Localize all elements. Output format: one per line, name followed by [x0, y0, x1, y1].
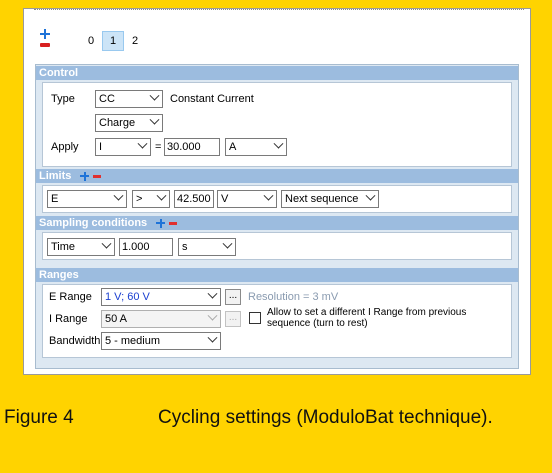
add-sampling-icon[interactable] [156, 218, 166, 228]
sequence-tab-1[interactable]: 1 [102, 31, 124, 51]
settings-panel: Control Type CC Constant Current Charge … [35, 64, 519, 369]
bandwidth-value: 5 - medium [105, 335, 161, 347]
sampling-variable-value: Time [51, 241, 76, 253]
settings-window: 0 1 2 Control Type CC Constant Current C… [23, 8, 531, 375]
limit-action-select[interactable]: Next sequence [281, 190, 379, 208]
chevron-down-icon [273, 138, 284, 149]
limit-value-input[interactable]: 42.500 [174, 190, 214, 208]
remove-sampling-icon[interactable] [169, 221, 178, 225]
type-description: Constant Current [170, 93, 254, 105]
sequence-bar: 0 1 2 [30, 21, 520, 51]
remove-limit-icon[interactable] [93, 174, 102, 178]
limit-variable-value: E [51, 193, 59, 205]
chevron-down-icon [365, 190, 376, 201]
sequence-tab-2[interactable]: 2 [124, 31, 146, 51]
control-header-label: Control [39, 67, 79, 79]
chevron-down-icon [263, 190, 274, 201]
sampling-header: Sampling conditions [36, 216, 518, 230]
sequence-tab-0[interactable]: 0 [80, 31, 102, 51]
apply-variable-select[interactable]: I [95, 138, 151, 156]
e-range-value: 1 V; 60 V [105, 291, 150, 303]
control-section: Type CC Constant Current Charge Apply I … [42, 82, 512, 167]
remove-sequence-icon[interactable] [40, 43, 50, 47]
limits-section: E > 42.500 V Next sequence [42, 185, 512, 213]
figure-number: Figure 4 [4, 407, 74, 428]
apply-unit-select[interactable]: A [225, 138, 287, 156]
sequence-add-remove [40, 29, 50, 47]
sampling-value-input[interactable]: 1.000 [119, 238, 173, 256]
limit-operator-select[interactable]: > [132, 190, 170, 208]
figure-caption-text: Cycling settings (ModuloBat technique). [158, 407, 493, 428]
limits-header-label: Limits [39, 170, 72, 182]
apply-unit-value: A [229, 141, 237, 153]
limit-operator-value: > [136, 193, 143, 205]
chevron-down-icon [137, 138, 148, 149]
chevron-down-icon [149, 90, 160, 101]
e-range-select[interactable]: 1 V; 60 V [101, 288, 221, 306]
i-range-label: I Range [49, 313, 88, 325]
chevron-down-icon [207, 288, 218, 299]
sampling-header-label: Sampling conditions [39, 217, 148, 229]
mode-select-value: Charge [99, 117, 136, 129]
i-range-more-button[interactable]: ... [225, 311, 241, 327]
type-select-value: CC [99, 93, 115, 105]
type-label: Type [51, 93, 75, 105]
e-range-label: E Range [49, 291, 92, 303]
chevron-down-icon [207, 310, 218, 321]
add-limit-icon[interactable] [80, 171, 90, 181]
limit-unit-value: V [221, 193, 229, 205]
chevron-down-icon [222, 238, 233, 249]
sampling-unit-value: s [182, 241, 188, 253]
control-header: Control [36, 66, 518, 80]
apply-label: Apply [51, 141, 79, 153]
apply-equals: = [155, 141, 162, 153]
top-divider [34, 9, 524, 11]
limit-variable-select[interactable]: E [47, 190, 127, 208]
apply-value-input[interactable]: 30.000 [164, 138, 220, 156]
mode-select[interactable]: Charge [95, 114, 163, 132]
i-range-select[interactable]: 50 A [101, 310, 221, 328]
apply-variable-value: I [99, 141, 103, 153]
sampling-section: Time 1.000 s [42, 232, 512, 260]
sampling-unit-select[interactable]: s [178, 238, 236, 256]
i-range-value: 50 A [105, 313, 128, 325]
chevron-down-icon [207, 332, 218, 343]
chevron-down-icon [113, 190, 124, 201]
sampling-variable-select[interactable]: Time [47, 238, 115, 256]
add-sequence-icon[interactable] [40, 29, 50, 39]
chevron-down-icon [156, 190, 167, 201]
limits-header: Limits [36, 169, 518, 183]
allow-i-range-label: Allow to set a different I Range from pr… [267, 307, 467, 329]
bandwidth-label: Bandwidth [49, 335, 101, 347]
chevron-down-icon [101, 238, 112, 249]
ranges-header: Ranges [36, 268, 518, 282]
ranges-header-label: Ranges [39, 269, 79, 281]
type-select[interactable]: CC [95, 90, 163, 108]
allow-i-range-checkbox[interactable] [249, 312, 261, 324]
ranges-section: E Range 1 V; 60 V ... Resolution = 3 mV … [42, 284, 512, 358]
limit-unit-select[interactable]: V [217, 190, 277, 208]
resolution-text: Resolution = 3 mV [248, 291, 339, 303]
chevron-down-icon [149, 114, 160, 125]
bandwidth-select[interactable]: 5 - medium [101, 332, 221, 350]
limit-action-value: Next sequence [285, 193, 359, 205]
e-range-more-button[interactable]: ... [225, 289, 241, 305]
